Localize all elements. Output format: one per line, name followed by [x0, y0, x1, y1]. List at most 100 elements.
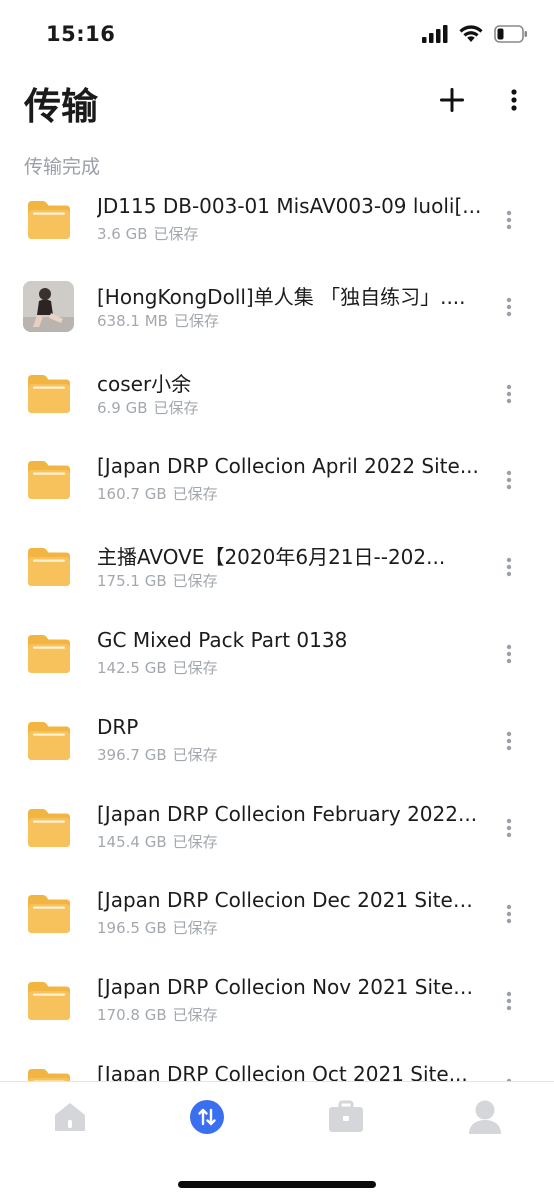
folder-icon: [28, 895, 70, 934]
item-status: 已保存: [172, 832, 218, 851]
item-more-button[interactable]: [492, 1068, 526, 1082]
item-meta: 3.6 GB 已保存: [97, 223, 199, 244]
header: 传输: [0, 70, 554, 140]
page-title: 传输: [24, 85, 98, 128]
item-more-button[interactable]: [492, 981, 526, 1021]
item-meta: 638.1 MB 已保存: [97, 310, 219, 331]
add-button[interactable]: [432, 80, 472, 120]
item-meta: 196.5 GB 已保存: [97, 917, 218, 938]
item-status: 已保存: [153, 225, 199, 243]
item-name: GC Mixed Pack Part 0138: [97, 627, 348, 652]
list-item[interactable]: [Japan DRP Collecion Oct 2021 Site...: [0, 1046, 554, 1082]
list-item[interactable]: [Japan DRP Collecion Dec 2021 Siteu... 19…: [0, 872, 554, 959]
wifi-icon: [459, 25, 483, 42]
item-name: coser小余: [97, 371, 192, 396]
transfer-icon: [190, 1100, 224, 1134]
item-more-button[interactable]: [492, 894, 526, 934]
list-item[interactable]: 主播AVOVE【2020年6月21日--202... 175.1 GB 已保存: [0, 525, 554, 612]
item-size: 3.6 GB: [97, 225, 148, 243]
more-vertical-icon: [506, 991, 512, 1011]
item-meta: 145.4 GB 已保存: [97, 831, 218, 852]
item-status: 已保存: [173, 311, 219, 330]
folder-icon: [28, 461, 70, 500]
folder-icon: [28, 982, 70, 1021]
item-meta: 160.7 GB 已保存: [97, 483, 218, 504]
list-item[interactable]: GC Mixed Pack Part 0138 142.5 GB 已保存: [0, 612, 554, 699]
item-size: 145.4 GB: [97, 832, 167, 851]
folder-icon: [28, 201, 70, 239]
item-status: 已保存: [172, 658, 218, 677]
item-size: 396.7 GB: [97, 745, 167, 764]
list-item[interactable]: [Japan DRP Collecion February 2022... 145…: [0, 786, 554, 873]
folder-icon: [28, 374, 70, 413]
more-vertical-icon: [506, 384, 512, 403]
item-more-button[interactable]: [492, 200, 526, 240]
list-item[interactable]: DRP 396.7 GB 已保存: [0, 699, 554, 786]
more-options-button[interactable]: [496, 80, 532, 120]
item-status: 已保存: [153, 398, 199, 417]
list-item[interactable]: [HongKongDoll]单人集 「独自练习」.... 638.1 MB 已保存: [0, 265, 554, 352]
list-item[interactable]: [Japan DRP Collecion April 2022 Site... 1…: [0, 438, 554, 525]
section-label: 传输完成: [24, 156, 101, 178]
item-meta: 170.8 GB 已保存: [97, 1004, 218, 1025]
tab-bar: [0, 1081, 554, 1200]
home-icon: [55, 1103, 85, 1131]
item-more-button[interactable]: [492, 721, 526, 761]
item-name: [Japan DRP Collecion February 2022...: [97, 801, 478, 826]
item-status: 已保存: [172, 745, 218, 764]
item-name: JD115 DB-003-01 MisAV003-09 luoli[...: [97, 194, 482, 218]
folder-icon: [28, 721, 70, 760]
tab-profile[interactable]: [460, 1094, 510, 1140]
item-size: 160.7 GB: [97, 485, 167, 504]
status-time: 15:16: [46, 22, 116, 46]
item-size: 170.8 GB: [97, 1006, 167, 1025]
more-vertical-icon: [506, 731, 512, 750]
item-name: 主播AVOVE【2020年6月21日--202...: [97, 545, 446, 570]
status-icons: [422, 24, 528, 43]
item-more-button[interactable]: [492, 374, 526, 414]
item-status: 已保存: [172, 1006, 218, 1025]
item-name: [Japan DRP Collecion Nov 2021 Siteu...: [97, 975, 483, 1000]
more-vertical-icon: [506, 818, 512, 837]
item-size: 6.9 GB: [97, 398, 148, 417]
item-more-button[interactable]: [492, 808, 526, 848]
item-status: 已保存: [172, 572, 218, 591]
item-name: [HongKongDoll]单人集 「独自练习」....: [97, 284, 466, 309]
list-item[interactable]: [Japan DRP Collecion Nov 2021 Siteu... 17…: [0, 959, 554, 1046]
item-more-button[interactable]: [492, 460, 526, 500]
tab-transfer[interactable]: [182, 1094, 232, 1140]
folder-icon: [28, 1068, 70, 1082]
status-bar: 15:16: [0, 0, 554, 70]
list-item[interactable]: JD115 DB-003-01 MisAV003-09 luoli[... 3.6…: [0, 178, 554, 265]
list-item[interactable]: coser小余 6.9 GB 已保存: [0, 352, 554, 439]
home-indicator: [178, 1181, 376, 1188]
toolbox-icon: [329, 1100, 363, 1132]
more-vertical-icon: [511, 89, 517, 111]
more-vertical-icon: [506, 644, 512, 664]
item-meta: 6.9 GB 已保存: [97, 397, 199, 418]
item-meta: 175.1 GB 已保存: [97, 570, 218, 591]
item-size: 196.5 GB: [97, 919, 167, 938]
folder-icon: [28, 808, 70, 847]
item-name: [Japan DRP Collecion Oct 2021 Site...: [97, 1061, 468, 1082]
item-more-button[interactable]: [492, 547, 526, 587]
item-size: 638.1 MB: [97, 311, 168, 330]
item-meta: 396.7 GB 已保存: [97, 744, 218, 765]
tab-home[interactable]: [45, 1094, 95, 1140]
item-size: 142.5 GB: [97, 658, 167, 677]
plus-icon: [440, 88, 464, 112]
item-more-button[interactable]: [492, 287, 526, 327]
item-status: 已保存: [172, 919, 218, 938]
tab-toolbox[interactable]: [321, 1094, 371, 1140]
transfer-list: JD115 DB-003-01 MisAV003-09 luoli[... 3.6…: [0, 178, 554, 1082]
profile-icon: [469, 1100, 501, 1134]
item-size: 175.1 GB: [97, 572, 167, 591]
item-name: [Japan DRP Collecion April 2022 Site...: [97, 454, 479, 479]
more-vertical-icon: [506, 905, 512, 924]
item-more-button[interactable]: [492, 634, 526, 674]
more-vertical-icon: [506, 557, 512, 577]
item-name: DRP: [97, 714, 139, 739]
battery-icon: [494, 24, 527, 43]
more-vertical-icon: [506, 210, 512, 230]
more-vertical-icon: [506, 471, 512, 490]
